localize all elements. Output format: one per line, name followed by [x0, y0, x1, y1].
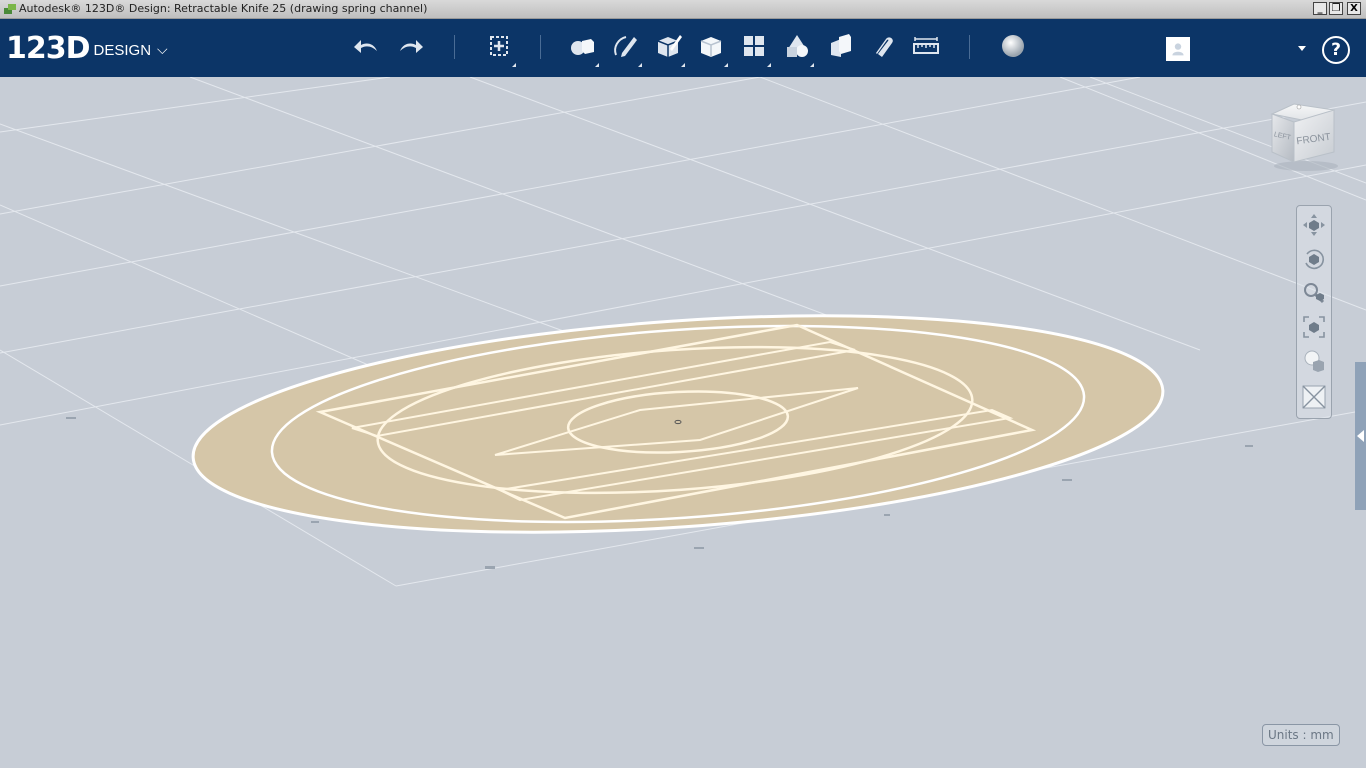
toolbar-separator [969, 35, 970, 59]
measure-icon [913, 37, 939, 54]
dropdown-indicator [638, 63, 642, 67]
app-menu-button[interactable]: 123D DESIGN ⌵ [6, 31, 168, 66]
viewcube[interactable]: FRONT LEFT [1266, 100, 1340, 172]
chevron-left-icon [1357, 430, 1364, 442]
modify-icon [700, 37, 722, 57]
grouping-icon [787, 35, 808, 57]
zoom-icon [1304, 283, 1325, 304]
pattern-button[interactable] [737, 29, 771, 67]
dropdown-indicator [512, 63, 516, 67]
user-icon [1172, 43, 1184, 56]
logo-text: 123D [6, 31, 91, 66]
fit-button[interactable] [1299, 312, 1329, 342]
primitives-button[interactable] [565, 29, 599, 67]
construct-icon [657, 35, 682, 57]
navigation-bar [1296, 205, 1332, 419]
help-button[interactable]: ? [1322, 36, 1350, 64]
grouping-button[interactable] [780, 29, 814, 67]
visual-style-button[interactable] [1299, 346, 1329, 376]
undo-button[interactable] [350, 29, 384, 63]
material-button[interactable] [996, 29, 1030, 63]
visual-style-icon [1304, 350, 1324, 372]
grid-canvas[interactable] [0, 77, 1366, 768]
measure-button[interactable] [909, 29, 943, 63]
restore-button[interactable]: ❐ [1329, 2, 1343, 15]
redo-button[interactable] [393, 29, 427, 63]
snap-icon [876, 37, 893, 57]
pan-icon [1303, 214, 1325, 236]
transform-button[interactable] [482, 29, 516, 67]
chevron-down-icon[interactable] [1298, 46, 1306, 51]
transform-icon [490, 36, 508, 56]
account-button[interactable] [1166, 37, 1190, 61]
main-toolbar: 123D DESIGN ⌵ ? [0, 19, 1366, 77]
material-icon [1002, 35, 1024, 57]
material-toggle-icon [1302, 385, 1326, 409]
primitives-icon [571, 39, 594, 55]
app-icon [4, 4, 16, 14]
combine-button[interactable] [823, 29, 857, 63]
dropdown-indicator [681, 63, 685, 67]
snap-button[interactable] [866, 29, 900, 63]
redo-icon [400, 40, 423, 53]
dropdown-indicator [767, 63, 771, 67]
construct-button[interactable] [651, 29, 685, 67]
combine-icon [831, 34, 851, 57]
orbit-button[interactable] [1299, 244, 1329, 274]
window-title-bar: Autodesk® 123D® Design: Retractable Knif… [0, 0, 1366, 19]
undo-icon [354, 40, 377, 53]
sketch-button[interactable] [608, 29, 642, 67]
material-toggle-button[interactable] [1299, 382, 1329, 412]
modify-button[interactable] [694, 29, 728, 67]
sketch-icon [614, 36, 637, 57]
close-button[interactable]: X [1347, 2, 1361, 15]
pan-button[interactable] [1299, 210, 1329, 240]
toolbar-separator [540, 35, 541, 59]
dropdown-indicator [595, 63, 599, 67]
logo-subtext: DESIGN [93, 42, 152, 59]
toolbar-separator [454, 35, 455, 59]
zoom-button[interactable] [1299, 278, 1329, 308]
orbit-icon [1305, 249, 1325, 270]
dropdown-indicator [724, 63, 728, 67]
units-indicator[interactable]: Units : mm [1262, 724, 1340, 746]
fit-icon [1303, 316, 1325, 338]
canvas-viewport[interactable]: FRONT LEFT Units : mm [0, 77, 1366, 768]
side-panel-toggle[interactable] [1355, 362, 1366, 510]
sketch-profile[interactable] [186, 287, 1170, 560]
window-title: Autodesk® 123D® Design: Retractable Knif… [19, 2, 428, 15]
chevron-down-icon: ⌵ [157, 42, 168, 58]
pattern-icon [744, 36, 764, 56]
minimize-button[interactable]: _ [1313, 2, 1327, 15]
dropdown-indicator [810, 63, 814, 67]
